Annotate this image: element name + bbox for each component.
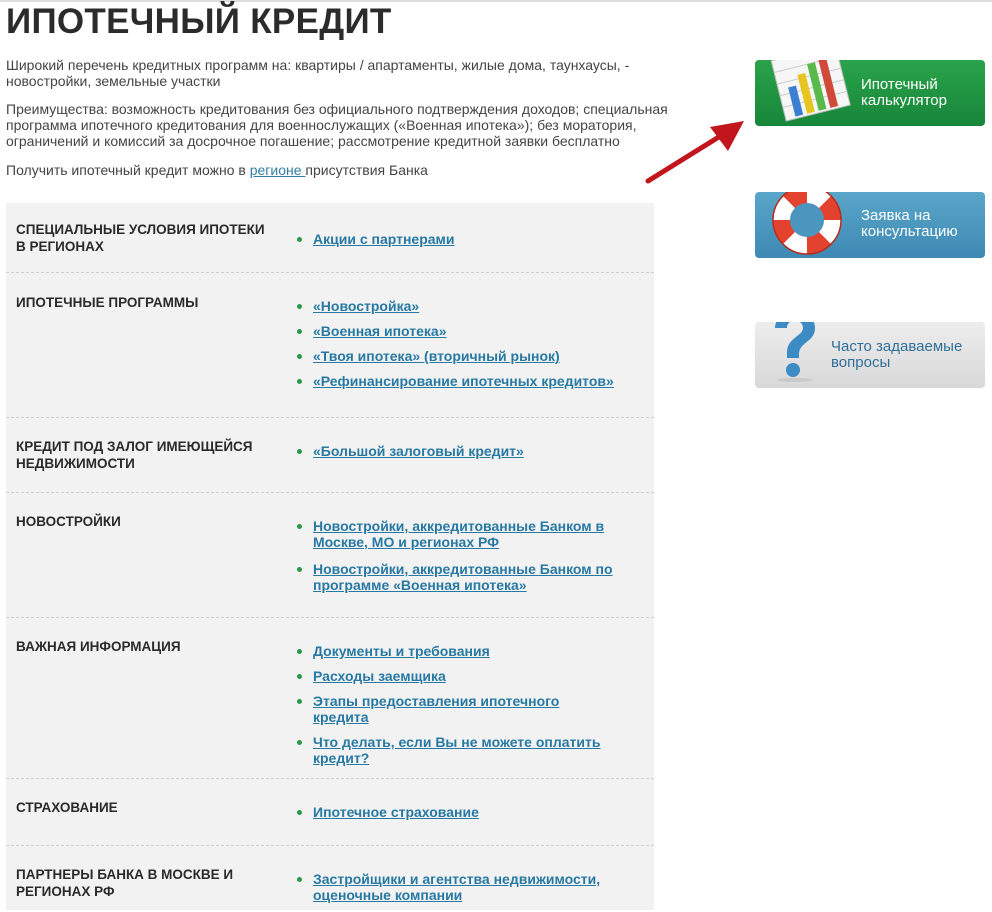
link-big-collateral-loan[interactable]: «Большой залоговый кредит» <box>313 443 524 459</box>
program-table: СПЕЦИАЛЬНЫЕ УСЛОВИЯ ИПОТЕКИ В РЕГИОНАХ А… <box>6 203 654 910</box>
calculator-chart-icon <box>770 60 851 122</box>
link-documents[interactable]: Документы и требования <box>313 643 490 659</box>
section-title-new-buildings: НОВОСТРОЙКИ <box>16 514 121 529</box>
link-novostroyka[interactable]: «Новостройка» <box>313 298 419 314</box>
bullet-icon <box>297 567 302 572</box>
bullet-icon <box>297 674 302 679</box>
list-item: «Рефинансирование ипотечных кредитов» <box>296 373 636 389</box>
intro-advantages: Преимущества: возможность кредитования б… <box>6 101 668 149</box>
list-item: Акции с партнерами <box>296 231 636 247</box>
section-links-new-buildings: Новостройки, аккредитованные Банком в Мо… <box>296 518 616 602</box>
row-divider <box>6 845 654 846</box>
section-title-partners: ПАРТНЕРЫ БАНКА В МОСКВЕ И РЕГИОНАХ РФ <box>16 867 234 899</box>
question-mark-icon <box>775 322 815 382</box>
row-divider <box>6 492 654 493</box>
list-item: «Новостройка» <box>296 298 636 314</box>
intro-region-text-end: присутствия Банка <box>305 162 428 178</box>
bullet-icon <box>297 449 302 454</box>
link-accredited-moscow[interactable]: Новостройки, аккредитованные Банком в Мо… <box>313 518 604 550</box>
link-partner-promos[interactable]: Акции с партнерами <box>313 231 455 247</box>
row-divider <box>6 272 654 273</box>
faq-label: Часто задаваемые вопросы <box>831 338 963 371</box>
section-title-programs: ИПОТЕЧНЫЕ ПРОГРАММЫ <box>16 295 199 310</box>
faq-button[interactable]: Часто задаваемые вопросы <box>755 322 985 388</box>
bullet-icon <box>297 379 302 384</box>
consultation-request-label: Заявка на консультацию <box>861 207 958 240</box>
row-divider <box>6 417 654 418</box>
link-your-mortgage[interactable]: «Твоя ипотека» (вторичный рынок) <box>313 348 560 364</box>
bullet-icon <box>297 740 302 745</box>
red-arrow-icon <box>645 121 744 184</box>
link-military-mortgage[interactable]: «Военная ипотека» <box>313 323 446 339</box>
list-item: Новостройки, аккредитованные Банком в Мо… <box>296 518 616 550</box>
link-borrower-expenses[interactable]: Расходы заемщика <box>313 668 446 684</box>
section-links-important: Документы и требования Расходы заемщика … <box>296 643 616 775</box>
section-title-collateral: КРЕДИТ ПОД ЗАЛОГ ИМЕЮЩЕЙСЯ НЕДВИЖИМОСТИ <box>16 439 253 471</box>
intro-region-text: Получить ипотечный кредит можно в <box>6 162 250 178</box>
consultation-request-button[interactable]: Заявка на консультацию <box>755 192 985 258</box>
list-item: Расходы заемщика <box>296 668 616 684</box>
bullet-icon <box>297 649 302 654</box>
link-developers-agencies[interactable]: Застройщики и агентства недвижимости, оц… <box>313 871 600 903</box>
list-item: Этапы предоставления ипотечного кредита <box>296 693 616 725</box>
region-link[interactable]: регионе <box>250 162 306 178</box>
list-item: Новостройки, аккредитованные Банком по п… <box>296 561 616 593</box>
section-title-important: ВАЖНАЯ ИНФОРМАЦИЯ <box>16 639 181 654</box>
intro-region: Получить ипотечный кредит можно в регион… <box>6 162 686 178</box>
section-links-insurance: Ипотечное страхование <box>296 804 636 829</box>
section-links-regional: Акции с партнерами <box>296 231 636 256</box>
section-links-collateral: «Большой залоговый кредит» <box>296 443 636 468</box>
bullet-icon <box>297 877 302 882</box>
intro-programs: Широкий перечень кредитных программ на: … <box>6 57 630 89</box>
section-links-programs: «Новостройка» «Военная ипотека» «Твоя ип… <box>296 298 636 398</box>
bullet-icon <box>297 524 302 529</box>
bullet-icon <box>297 810 302 815</box>
section-links-partners: Застройщики и агентства недвижимости, оц… <box>296 871 616 912</box>
row-divider <box>6 778 654 779</box>
list-item: «Военная ипотека» <box>296 323 636 339</box>
link-mortgage-insurance[interactable]: Ипотечное страхование <box>313 804 479 820</box>
link-refinancing[interactable]: «Рефинансирование ипотечных кредитов» <box>313 373 614 389</box>
list-item: Ипотечное страхование <box>296 804 636 820</box>
section-title-insurance: СТРАХОВАНИЕ <box>16 800 118 815</box>
mortgage-calculator-button[interactable]: Ипотечный калькулятор <box>755 60 985 126</box>
link-cannot-pay[interactable]: Что делать, если Вы не можете оплатить к… <box>313 734 600 766</box>
link-loan-stages[interactable]: Этапы предоставления ипотечного кредита <box>313 693 559 725</box>
bullet-icon <box>297 329 302 334</box>
list-item: «Твоя ипотека» (вторичный рынок) <box>296 348 636 364</box>
row-divider <box>6 617 654 618</box>
bullet-icon <box>297 699 302 704</box>
section-title-regional: СПЕЦИАЛЬНЫЕ УСЛОВИЯ ИПОТЕКИ В РЕГИОНАХ <box>16 222 265 254</box>
mortgage-calculator-label: Ипотечный калькулятор <box>861 76 947 109</box>
list-item: «Большой залоговый кредит» <box>296 443 636 459</box>
lifebuoy-icon <box>772 192 842 255</box>
bullet-icon <box>297 354 302 359</box>
list-item: Застройщики и агентства недвижимости, оц… <box>296 871 616 903</box>
bullet-icon <box>297 237 302 242</box>
link-accredited-military[interactable]: Новостройки, аккредитованные Банком по п… <box>313 561 613 593</box>
list-item: Что делать, если Вы не можете оплатить к… <box>296 734 616 766</box>
page-title: ИПОТЕЧНЫЙ КРЕДИТ <box>6 2 392 41</box>
bullet-icon <box>297 304 302 309</box>
list-item: Документы и требования <box>296 643 616 659</box>
